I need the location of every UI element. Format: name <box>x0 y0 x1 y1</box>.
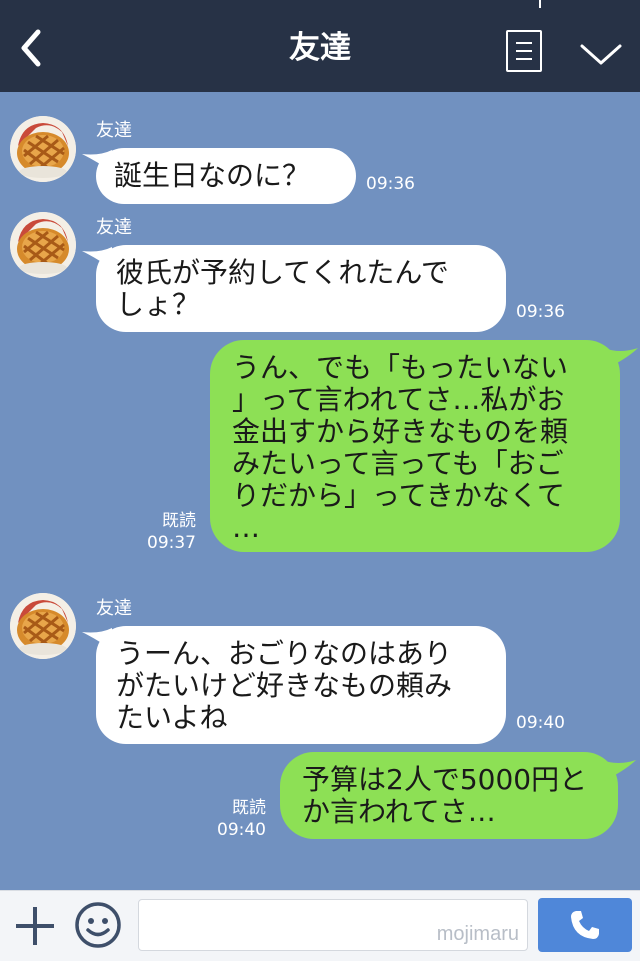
message-time: 09:36 <box>516 302 565 322</box>
message-time: 09:37 <box>147 533 196 553</box>
chevron-down-icon[interactable] <box>578 38 624 68</box>
smiley-icon[interactable] <box>74 901 122 949</box>
pie-avatar-icon <box>10 116 76 182</box>
pie-avatar-icon <box>10 212 76 278</box>
chevron-left-icon[interactable] <box>16 28 46 68</box>
chat-title: 友達 <box>289 30 351 66</box>
bubble-tail <box>602 760 636 782</box>
pie-avatar-icon <box>10 593 76 659</box>
message-time: 09:40 <box>217 820 266 840</box>
message-time: 09:36 <box>366 174 415 194</box>
message-bubble-outgoing[interactable]: 予算は2人で5000円と か言われてさ… <box>280 752 618 839</box>
plus-icon[interactable] <box>14 905 56 947</box>
message-bubble-incoming[interactable]: うーん、おごりなのはあり がたいけど好きなもの頼み たいよね <box>96 626 506 744</box>
message-bubble-incoming[interactable]: 誕生日なのに？ <box>96 148 356 204</box>
read-label: 既読 <box>232 798 266 818</box>
sender-name: 友達 <box>96 598 132 619</box>
message-input[interactable]: mojimaru <box>138 899 528 951</box>
bubble-tail <box>604 348 638 370</box>
read-label: 既読 <box>162 511 196 531</box>
friend-avatar[interactable] <box>10 116 76 182</box>
call-button[interactable] <box>538 898 632 952</box>
message-bubble-outgoing[interactable]: うん、でも「もったいない 」って言われてさ…私がお 金出すから好きなものを頼 み… <box>210 340 620 552</box>
phone-icon <box>571 911 599 939</box>
message-bubble-incoming[interactable]: 彼氏が予約してくれたんで しょ？ <box>96 245 506 332</box>
input-bar: mojimaru <box>0 890 640 961</box>
menu-list-icon[interactable] <box>506 30 542 72</box>
chat-header: 友達 <box>0 0 640 92</box>
read-status: 既読 09:40 <box>210 797 266 841</box>
sender-name: 友達 <box>96 217 132 238</box>
message-time: 09:40 <box>516 713 565 733</box>
watermark-text: mojimaru <box>436 923 519 945</box>
sender-name: 友達 <box>96 120 132 141</box>
status-tick <box>539 0 541 8</box>
friend-avatar[interactable] <box>10 212 76 278</box>
friend-avatar[interactable] <box>10 593 76 659</box>
read-status: 既読 09:37 <box>140 510 196 554</box>
